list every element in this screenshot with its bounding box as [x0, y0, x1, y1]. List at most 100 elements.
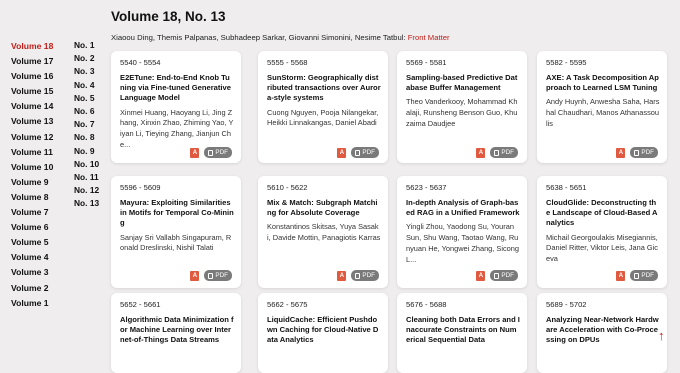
volume-link[interactable]: Volume 14 [11, 100, 53, 115]
document-icon [634, 272, 640, 279]
issue-link[interactable]: No. 11 [74, 172, 99, 185]
paper-title[interactable]: Sampling-based Predictive Database Buffe… [406, 73, 527, 93]
paper-title[interactable]: Algorithmic Data Minimization for Machin… [120, 315, 241, 346]
paper-authors: Sanjay Sri Vallabh Singapuram, Ronald Dr… [120, 232, 232, 253]
paper-actions: A PDF [476, 270, 518, 281]
volume-link[interactable]: Volume 13 [11, 115, 53, 130]
paper-pages: 5582 - 5595 [546, 58, 587, 67]
paper-title[interactable]: Mix & Match: Subgraph Matching for Absol… [267, 198, 388, 218]
paper-actions: A PDF [190, 147, 232, 158]
volume-link[interactable]: Volume 1 [11, 297, 53, 312]
pdf-button[interactable]: PDF [204, 270, 232, 281]
document-icon [494, 149, 500, 156]
paper-title[interactable]: E2ETune: End-to-End Knob Tuning via Fine… [120, 73, 241, 104]
paper-card[interactable]: 5638 - 5651 CloudGlide: Deconstructing th… [537, 176, 667, 288]
paper-pages: 5662 - 5675 [267, 300, 308, 309]
paper-authors: Cuong Nguyen, Pooja Nilangekar, Heikki L… [267, 107, 379, 128]
paper-title[interactable]: LiquidCache: Efficient Pushdown Caching … [267, 315, 388, 346]
volume-link[interactable]: Volume 11 [11, 146, 53, 161]
paper-title[interactable]: Analyzing Near-Network Hardware Accelera… [546, 315, 667, 346]
paper-title[interactable]: SunStorm: Geographically distributed tra… [267, 73, 388, 104]
paper-title[interactable]: In-depth Analysis of Graph-based RAG in … [406, 198, 527, 218]
paper-card[interactable]: 5596 - 5609 Mayura: Exploiting Similariti… [111, 176, 241, 288]
volume-link[interactable]: Volume 16 [11, 70, 53, 85]
issue-link[interactable]: No. 5 [74, 93, 99, 106]
paper-title[interactable]: Cleaning both Data Errors and Inaccurate… [406, 315, 527, 346]
scroll-top-icon[interactable]: ↑ [658, 328, 665, 343]
paper-title[interactable]: CloudGlide: Deconstructing the Landscape… [546, 198, 667, 229]
pdf-button[interactable]: PDF [630, 270, 658, 281]
paper-title[interactable]: AXE: A Task Decomposition Approach to Le… [546, 73, 667, 93]
front-matter-link[interactable]: Front Matter [408, 33, 450, 42]
paper-title[interactable]: Mayura: Exploiting Similarities in Motif… [120, 198, 241, 229]
volume-link[interactable]: Volume 6 [11, 221, 53, 236]
volume-link[interactable]: Volume 12 [11, 131, 53, 146]
acrobat-icon[interactable]: A [337, 147, 347, 158]
pdf-button[interactable]: PDF [204, 147, 232, 158]
page-title: Volume 18, No. 13 [111, 9, 226, 24]
paper-pages: 5623 - 5637 [406, 183, 447, 192]
paper-pages: 5596 - 5609 [120, 183, 161, 192]
issue-link[interactable]: No. 4 [74, 80, 99, 93]
volume-link[interactable]: Volume 7 [11, 206, 53, 221]
paper-pages: 5652 - 5661 [120, 300, 161, 309]
paper-authors: Theo Vanderkooy, Mohammad Khalaji, Runsh… [406, 97, 518, 128]
paper-card[interactable]: 5662 - 5675 LiquidCache: Efficient Pushdo… [258, 293, 388, 373]
paper-pages: 5569 - 5581 [406, 58, 447, 67]
pdf-button[interactable]: PDF [490, 270, 518, 281]
issue-link[interactable]: No. 10 [74, 159, 99, 172]
pdf-label: PDF [362, 272, 375, 279]
volume-link[interactable]: Volume 5 [11, 236, 53, 251]
volume-link[interactable]: Volume 8 [11, 191, 53, 206]
paper-card[interactable]: 5610 - 5622 Mix & Match: Subgraph Matchin… [258, 176, 388, 288]
volume-link[interactable]: Volume 10 [11, 161, 53, 176]
volume-link[interactable]: Volume 15 [11, 85, 53, 100]
volume-link[interactable]: Volume 9 [11, 176, 53, 191]
acrobat-icon[interactable]: A [616, 147, 626, 158]
acrobat-icon[interactable]: A [476, 147, 486, 158]
acrobat-icon[interactable]: A [476, 270, 486, 281]
acrobat-icon[interactable]: A [337, 270, 347, 281]
document-icon [208, 272, 214, 279]
volume-link[interactable]: Volume 4 [11, 251, 53, 266]
volume-link[interactable]: Volume 18 [11, 40, 53, 55]
acrobat-icon[interactable]: A [190, 270, 200, 281]
issue-link[interactable]: No. 3 [74, 66, 99, 79]
pdf-label: PDF [641, 149, 654, 156]
paper-pages: 5638 - 5651 [546, 183, 587, 192]
issue-link[interactable]: No. 1 [74, 40, 99, 53]
paper-authors: Andy Huynh, Anwesha Saha, Harshal Chaudh… [546, 97, 660, 128]
volume-link[interactable]: Volume 2 [11, 282, 53, 297]
paper-card[interactable]: 5623 - 5637 In-depth Analysis of Graph-ba… [397, 176, 527, 288]
issue-link[interactable]: No. 9 [74, 146, 99, 159]
paper-card[interactable]: 5540 - 5554 E2ETune: End-to-End Knob Tuni… [111, 51, 241, 163]
issue-link[interactable]: No. 13 [74, 198, 99, 211]
pdf-button[interactable]: PDF [490, 147, 518, 158]
document-icon [355, 272, 361, 279]
pdf-button[interactable]: PDF [351, 147, 379, 158]
pdf-button[interactable]: PDF [351, 270, 379, 281]
paper-authors: Yingli Zhou, Yaodong Su, Youran Sun, Shu… [406, 222, 519, 264]
acrobat-icon[interactable]: A [616, 270, 626, 281]
paper-card[interactable]: 5689 - 5702 Analyzing Near-Network Hardwa… [537, 293, 667, 373]
paper-pages: 5610 - 5622 [267, 183, 308, 192]
volume-link[interactable]: Volume 17 [11, 55, 53, 70]
issue-link[interactable]: No. 6 [74, 106, 99, 119]
paper-actions: A PDF [616, 147, 658, 158]
paper-pages: 5540 - 5554 [120, 58, 161, 67]
acrobat-icon[interactable]: A [190, 147, 200, 158]
pdf-label: PDF [501, 272, 514, 279]
volume-link[interactable]: Volume 3 [11, 266, 53, 281]
issue-link[interactable]: No. 7 [74, 119, 99, 132]
paper-card[interactable]: 5582 - 5595 AXE: A Task Decomposition App… [537, 51, 667, 163]
issue-link[interactable]: No. 8 [74, 132, 99, 145]
paper-card[interactable]: 5555 - 5568 SunStorm: Geographically dist… [258, 51, 388, 163]
issue-link[interactable]: No. 2 [74, 53, 99, 66]
paper-card[interactable]: 5652 - 5661 Algorithmic Data Minimization… [111, 293, 241, 373]
paper-pages: 5676 - 5688 [406, 300, 447, 309]
paper-actions: A PDF [476, 147, 518, 158]
paper-card[interactable]: 5569 - 5581 Sampling-based Predictive Dat… [397, 51, 527, 163]
issue-link[interactable]: No. 12 [74, 185, 99, 198]
pdf-button[interactable]: PDF [630, 147, 658, 158]
paper-card[interactable]: 5676 - 5688 Cleaning both Data Errors and… [397, 293, 527, 373]
